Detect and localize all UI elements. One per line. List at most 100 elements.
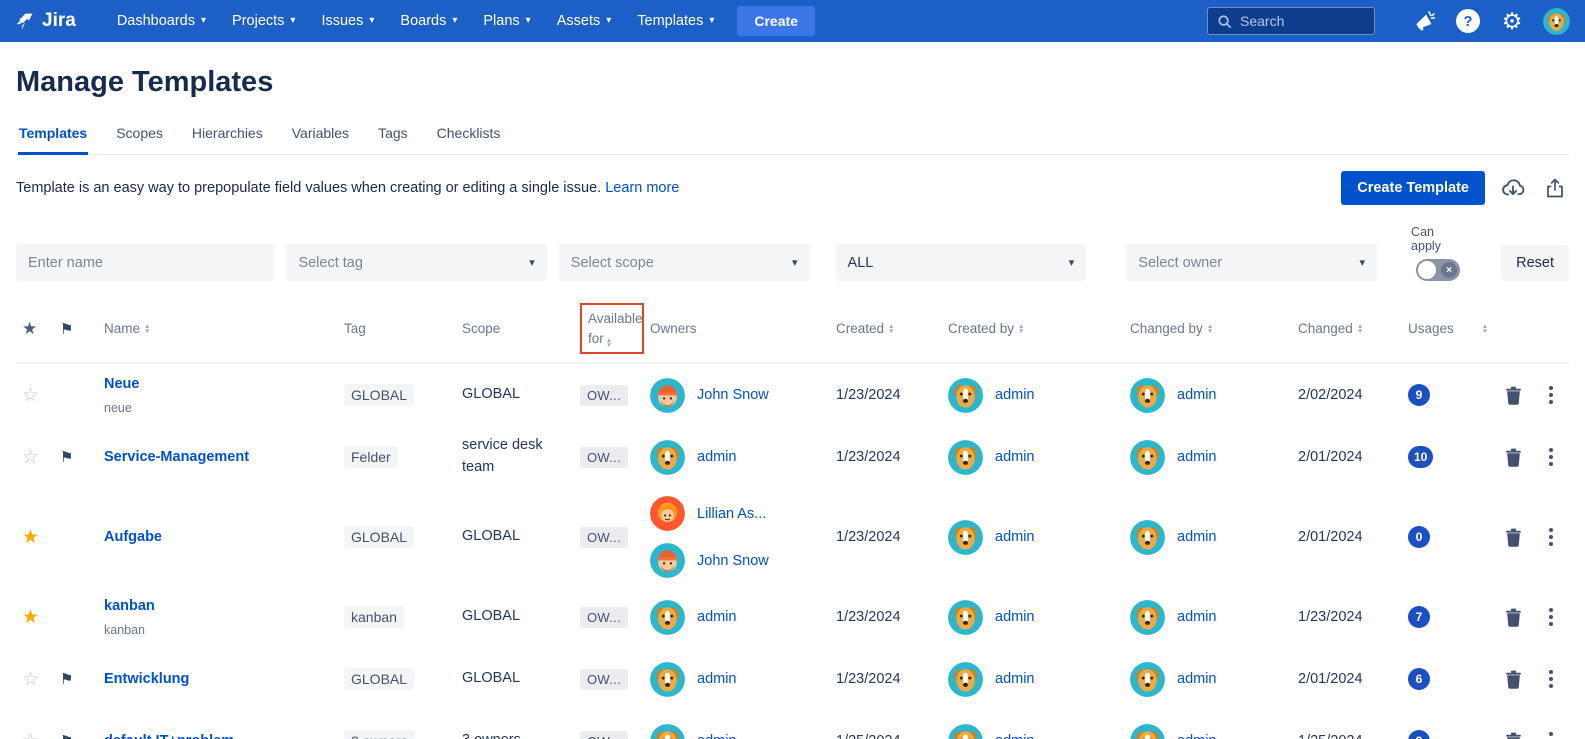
import-button[interactable]	[1499, 174, 1527, 202]
row-menu-button[interactable]	[1532, 670, 1569, 688]
template-name-link[interactable]: Neue	[104, 376, 330, 392]
row-menu-button[interactable]	[1532, 732, 1569, 739]
user-link[interactable]: admin	[995, 671, 1035, 687]
user-link[interactable]: admin	[1177, 387, 1217, 403]
nav-assets[interactable]: Assets▾	[546, 0, 623, 42]
favorite-star-icon[interactable]: ☆	[16, 730, 60, 739]
usages-badge[interactable]: 0	[1408, 526, 1430, 548]
delete-button[interactable]	[1494, 448, 1532, 467]
favorite-star-icon[interactable]: ☆	[16, 384, 60, 407]
user-link[interactable]: admin	[1177, 609, 1217, 625]
user-link[interactable]: admin	[1177, 529, 1217, 545]
template-name-link[interactable]: Entwicklung	[104, 671, 330, 687]
user-link[interactable]: admin	[1177, 449, 1217, 465]
row-menu-button[interactable]	[1532, 448, 1569, 466]
favorite-star-icon[interactable]: ☆	[16, 446, 60, 469]
usages-badge[interactable]: 7	[1408, 606, 1430, 628]
user-link[interactable]: admin	[697, 609, 737, 625]
available-for-column-header[interactable]: Available for▲▼	[580, 303, 650, 354]
create-button[interactable]: Create	[737, 6, 815, 36]
nav-dashboards[interactable]: Dashboards▾	[106, 0, 217, 42]
available-for-chip[interactable]: OW...	[580, 447, 628, 468]
favorite-star-icon[interactable]: ★	[16, 606, 60, 629]
row-menu-button[interactable]	[1532, 608, 1569, 626]
announcements-button[interactable]	[1409, 6, 1439, 36]
user-link[interactable]: admin	[995, 529, 1035, 545]
type-filter-select[interactable]: ALL▾	[836, 244, 1087, 281]
changed-column-header[interactable]: Changed▲▼	[1298, 321, 1408, 336]
nav-boards[interactable]: Boards▾	[389, 0, 468, 42]
template-name-link[interactable]: default IT+problem	[104, 733, 330, 739]
usages-column-header[interactable]: Usages▲▼	[1408, 321, 1494, 336]
changed-by-column-header[interactable]: Changed by▲▼	[1130, 321, 1298, 336]
tag-filter-select[interactable]: Select tag▾	[286, 244, 546, 281]
name-filter-input[interactable]	[16, 244, 274, 281]
user-link[interactable]: Lillian As...	[697, 506, 766, 522]
help-button[interactable]: ?	[1453, 6, 1483, 36]
delete-button[interactable]	[1494, 528, 1532, 547]
flag-column-header[interactable]: ⚑	[60, 320, 104, 338]
available-for-chip[interactable]: OW...	[580, 385, 628, 406]
export-button[interactable]	[1541, 174, 1569, 202]
tab-tags[interactable]: Tags	[377, 119, 409, 154]
user-link[interactable]: admin	[995, 609, 1035, 625]
tab-checklists[interactable]: Checklists	[436, 119, 502, 154]
available-for-chip[interactable]: OW...	[580, 607, 628, 628]
delete-button[interactable]	[1494, 670, 1532, 689]
available-for-chip[interactable]: OW...	[580, 731, 628, 739]
template-name-link[interactable]: Service-Management	[104, 449, 330, 465]
search-input[interactable]	[1240, 13, 1360, 29]
user-link[interactable]: admin	[697, 449, 737, 465]
usages-badge[interactable]: 10	[1408, 446, 1433, 468]
reset-button[interactable]: Reset	[1501, 245, 1569, 281]
user-link[interactable]: admin	[995, 449, 1035, 465]
nav-projects[interactable]: Projects▾	[221, 0, 306, 42]
user-link[interactable]: admin	[995, 387, 1035, 403]
scope-column-header[interactable]: Scope	[462, 321, 580, 336]
sort-icon: ▲▼	[1357, 324, 1363, 334]
created-by-column-header[interactable]: Created by▲▼	[948, 321, 1130, 336]
name-column-header[interactable]: Name▲▼	[104, 321, 344, 336]
user-link[interactable]: admin	[1177, 671, 1217, 687]
user-link[interactable]: admin	[995, 733, 1035, 739]
learn-more-link[interactable]: Learn more	[605, 180, 679, 196]
usages-badge[interactable]: 9	[1408, 384, 1430, 406]
tab-templates[interactable]: Templates	[18, 119, 88, 155]
favorite-star-icon[interactable]: ★	[16, 526, 60, 549]
user-link[interactable]: admin	[1177, 733, 1217, 739]
scope-filter-select[interactable]: Select scope▾	[559, 244, 810, 281]
user-link[interactable]: John Snow	[697, 553, 769, 569]
profile-button[interactable]	[1541, 6, 1571, 36]
nav-issues[interactable]: Issues▾	[310, 0, 385, 42]
available-for-chip[interactable]: OW...	[580, 527, 628, 548]
tab-variables[interactable]: Variables	[291, 119, 350, 154]
favorite-star-icon[interactable]: ☆	[16, 668, 60, 691]
settings-button[interactable]: ⚙	[1497, 6, 1527, 36]
jira-logo[interactable]: Jira	[14, 10, 76, 32]
row-menu-button[interactable]	[1532, 386, 1569, 404]
tab-scopes[interactable]: Scopes	[115, 119, 164, 154]
can-apply-toggle[interactable]: ×	[1416, 259, 1460, 281]
user-link[interactable]: admin	[697, 671, 737, 687]
usages-badge[interactable]: 2	[1408, 730, 1430, 739]
owners-column-header[interactable]: Owners	[650, 321, 836, 336]
template-name-link[interactable]: kanban	[104, 598, 330, 614]
tab-hierarchies[interactable]: Hierarchies	[191, 119, 264, 154]
user-link[interactable]: admin	[697, 733, 737, 739]
delete-button[interactable]	[1494, 732, 1532, 739]
usages-badge[interactable]: 6	[1408, 668, 1430, 690]
user-link[interactable]: John Snow	[697, 387, 769, 403]
created-column-header[interactable]: Created▲▼	[836, 321, 948, 336]
delete-button[interactable]	[1494, 386, 1532, 405]
create-template-button[interactable]: Create Template	[1341, 171, 1485, 205]
star-column-header[interactable]: ★	[16, 319, 60, 339]
row-menu-button[interactable]	[1532, 528, 1569, 546]
nav-plans[interactable]: Plans▾	[472, 0, 541, 42]
delete-button[interactable]	[1494, 608, 1532, 627]
available-for-chip[interactable]: OW...	[580, 669, 628, 690]
template-name-link[interactable]: Aufgabe	[104, 529, 330, 545]
tag-column-header[interactable]: Tag	[344, 321, 462, 336]
global-search[interactable]	[1207, 7, 1375, 35]
nav-templates[interactable]: Templates▾	[626, 0, 725, 42]
owner-filter-select[interactable]: Select owner▾	[1126, 244, 1377, 281]
